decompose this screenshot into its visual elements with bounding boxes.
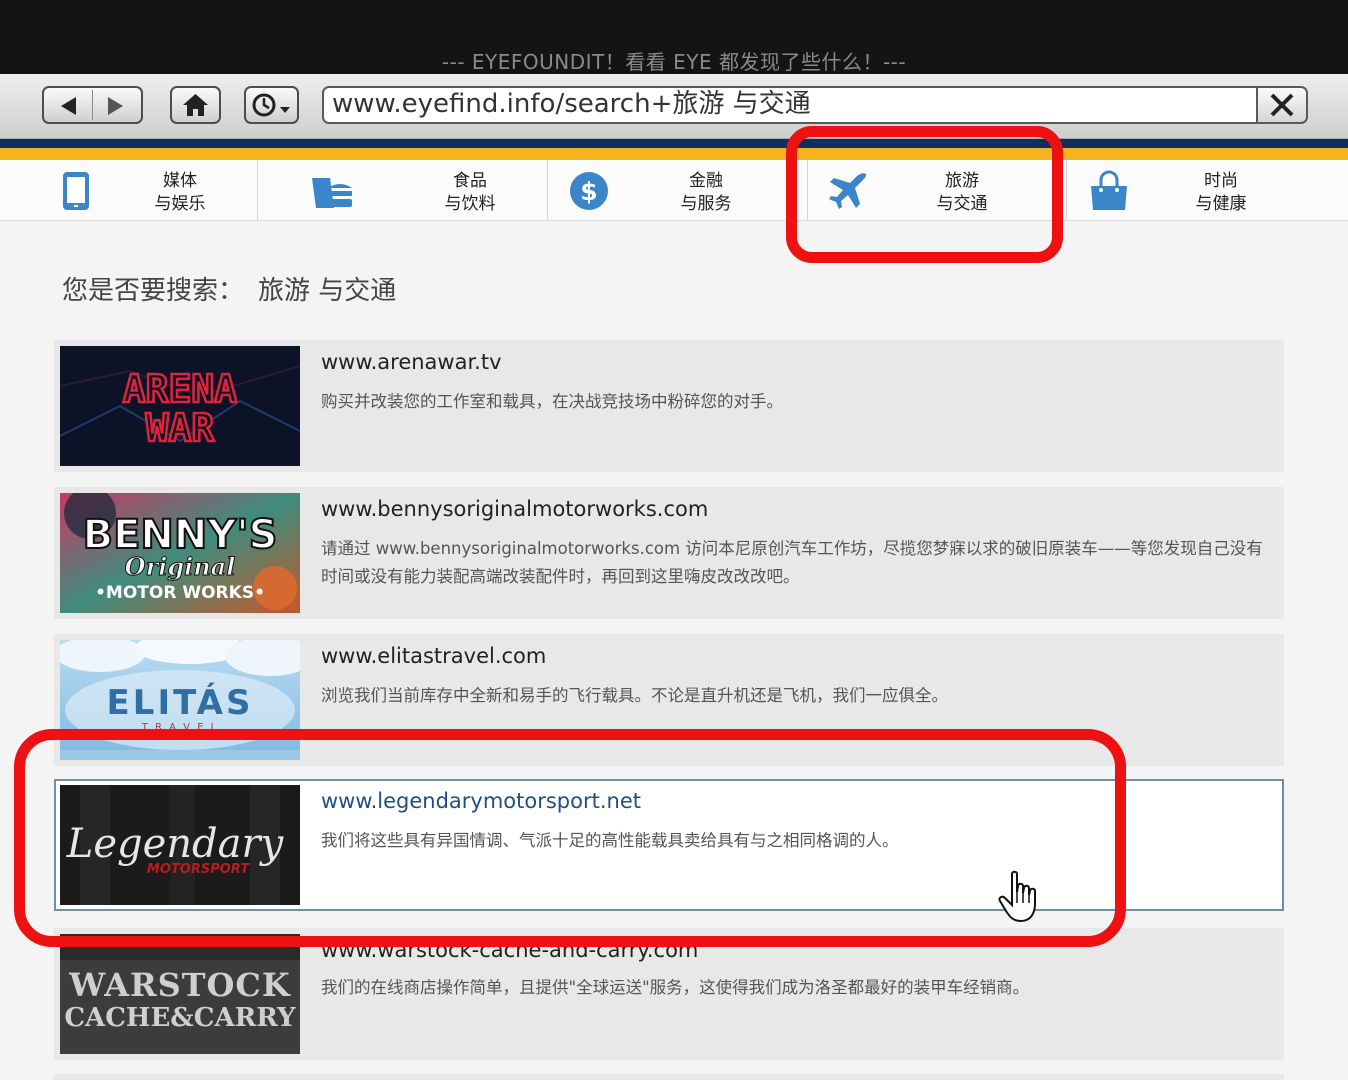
home-icon	[183, 94, 208, 116]
tablet-icon	[63, 172, 89, 210]
svg-text:CACHE&CARRY: CACHE&CARRY	[64, 1003, 296, 1033]
category-label-line2: 与娱乐	[154, 194, 206, 214]
category-finance[interactable]: $ 金融与服务	[550, 160, 808, 220]
clock-icon	[252, 93, 290, 117]
shopping-bag-icon	[1091, 170, 1127, 210]
result-description: 请通过 www.bennysoriginalmotorworks.com 访问本…	[321, 539, 1263, 586]
close-icon	[1270, 93, 1294, 117]
category-label-line2: 与饮料	[444, 194, 496, 214]
arena-war-logo[interactable]: ARENA WAR	[60, 346, 300, 466]
category-fashion[interactable]: 时尚 与健康	[1066, 160, 1325, 220]
food-icon	[312, 178, 352, 208]
result-url[interactable]: www.bennysoriginalmotorworks.com	[321, 497, 708, 521]
close-button[interactable]	[1256, 86, 1308, 124]
category-label-line1: 食品	[453, 171, 487, 191]
svg-text:WARSTOCK: WARSTOCK	[68, 966, 291, 1004]
category-food[interactable]: 食品 与饮料	[290, 160, 548, 220]
category-label-line2: 与服务	[680, 194, 732, 214]
category-bar: 媒体 与娱乐 食品 与饮料 $ 金融 与服务 旅游 与交通 时尚 与健康	[0, 160, 1348, 221]
warstock-logo[interactable]: WARSTOCK CACHE&CARRY	[60, 934, 300, 1054]
result-description: 我们的在线商店操作简单，且提供"全球运送"服务，这使得我们成为洛圣都最好的装甲车…	[321, 978, 1030, 997]
svg-text:•MOTOR WORKS•: •MOTOR WORKS•	[95, 583, 265, 603]
svg-text:$: $	[580, 177, 597, 206]
svg-text:WAR: WAR	[146, 406, 215, 450]
category-label-line2: 与健康	[1195, 194, 1247, 214]
forward-arrow-icon[interactable]	[108, 97, 123, 115]
search-suggestion: 您是否要搜索： 旅游 与交通	[62, 270, 396, 307]
svg-text:ARENA: ARENA	[123, 367, 238, 411]
search-result-partial	[54, 1074, 1284, 1080]
highlight-box-legendary-result	[14, 729, 1126, 947]
category-label-line1: 金融	[689, 171, 723, 191]
window-title: --- EYEFOUNDIT！看看 EYE 都发现了些什么！---	[441, 50, 907, 74]
address-bar[interactable]: www.eyefind.info/search+旅游 与交通	[322, 86, 1258, 124]
history-button[interactable]	[244, 86, 299, 124]
back-arrow-icon[interactable]	[61, 97, 76, 115]
search-result[interactable]: BENNY'S Original •MOTOR WORKS• www.benny…	[54, 487, 1284, 619]
divider	[92, 90, 93, 120]
category-label-line1: 媒体	[163, 171, 197, 191]
svg-text:ELITÁS: ELITÁS	[107, 682, 254, 723]
browser-toolbar: www.eyefind.info/search+旅游 与交通	[0, 74, 1348, 139]
window-titlebar: --- EYEFOUNDIT！看看 EYE 都发现了些什么！---	[0, 0, 1348, 74]
result-url[interactable]: www.arenawar.tv	[321, 350, 502, 374]
result-description: 浏览我们当前库存中全新和易手的飞行载具。不论是直升机还是飞机，我们一应俱全。	[321, 686, 948, 705]
svg-text:Original: Original	[125, 552, 236, 581]
category-media[interactable]: 媒体 与娱乐	[0, 160, 258, 220]
back-forward-buttons	[42, 86, 143, 124]
search-result[interactable]: WARSTOCK CACHE&CARRY www.warstock-cache-…	[54, 928, 1284, 1060]
result-url[interactable]: www.elitastravel.com	[321, 644, 546, 668]
dollar-icon: $	[570, 172, 608, 210]
hand-cursor-icon	[998, 870, 1036, 923]
bennys-logo[interactable]: BENNY'S Original •MOTOR WORKS•	[60, 493, 300, 613]
home-button[interactable]	[170, 86, 221, 124]
suggestion-term[interactable]: 旅游 与交通	[258, 276, 396, 306]
category-label-line1: 时尚	[1204, 171, 1238, 191]
header-accent-stripe	[0, 139, 1348, 160]
highlight-box-travel-category	[786, 126, 1063, 263]
suggestion-prompt: 您是否要搜索：	[62, 276, 245, 306]
search-result[interactable]: ARENA WAR www.arenawar.tv 购买并改装您的工作室和载具，…	[54, 340, 1284, 472]
result-description: 购买并改装您的工作室和载具，在决战竞技场中粉碎您的对手。	[321, 392, 783, 411]
